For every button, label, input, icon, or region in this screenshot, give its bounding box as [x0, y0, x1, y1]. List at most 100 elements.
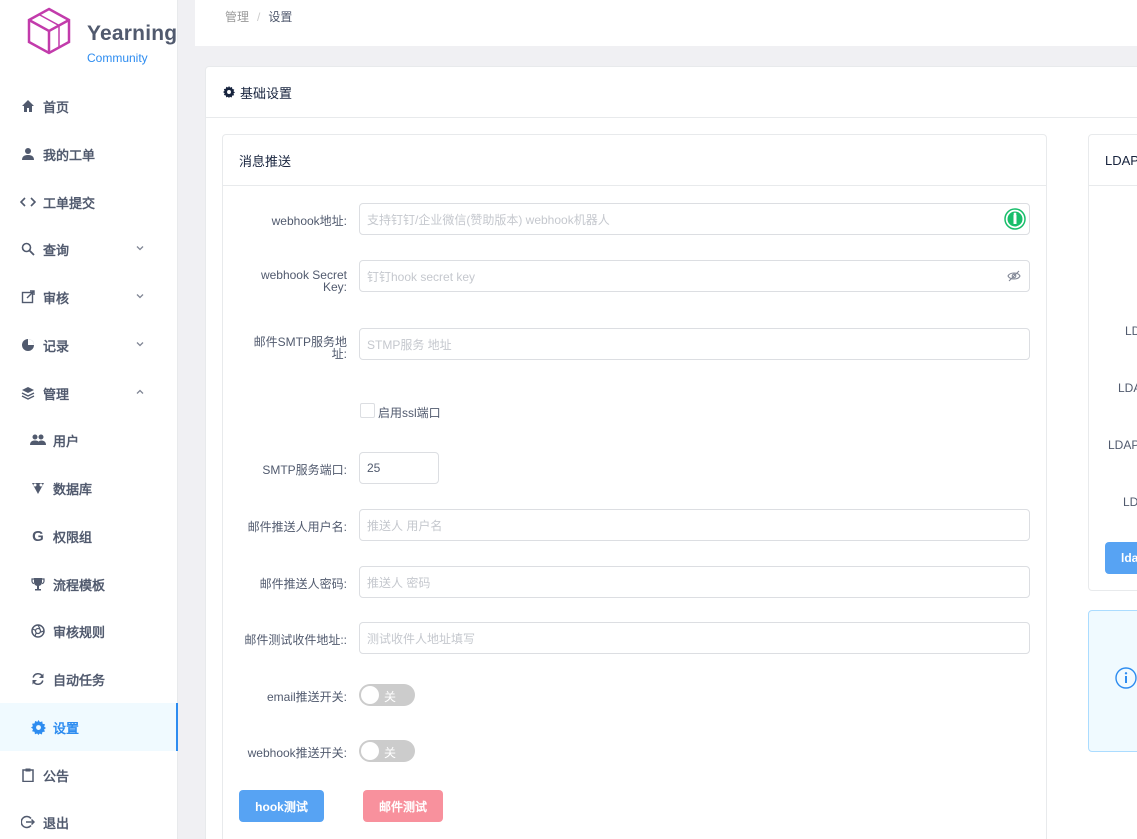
sidebar-item-permission-group[interactable]: G 权限组 [0, 512, 178, 560]
sidebar-item-audit-rules[interactable]: 审核规则 [0, 607, 178, 655]
info-alert [1088, 610, 1137, 752]
refresh-icon [30, 671, 46, 687]
switch-state: 关 [384, 690, 397, 704]
breadcrumb-current: 设置 [268, 10, 293, 24]
webhook-switch-label: webhook推送开关: [247, 746, 347, 760]
info-icon [1115, 667, 1137, 689]
sidebar-item-label: 管理 [43, 386, 70, 402]
ldap-row-label: LD [1125, 324, 1137, 338]
ldap-panel: LDAP [1088, 134, 1137, 591]
pie-chart-icon [20, 337, 36, 353]
smtp-host-label: 邮件SMTP服务地 址: [230, 336, 347, 360]
trophy-icon [30, 576, 46, 592]
sidebar-item-settings[interactable]: 设置 [0, 703, 178, 751]
ldap-row-label: LD [1123, 495, 1137, 509]
ssl-label: 启用ssl端口 [378, 406, 441, 420]
sidebar-item-users[interactable]: 用户 [0, 416, 178, 464]
webhook-push-switch[interactable]: 关 [359, 740, 415, 762]
secret-label: webhook Secret Key: [230, 269, 347, 293]
secret-label-line2: Key: [322, 280, 347, 294]
sender-user-label: 邮件推送人用户名: [247, 520, 347, 534]
sidebar-item-label: 查询 [43, 242, 70, 258]
search-icon [20, 241, 36, 257]
sidebar-item-auto-tasks[interactable]: 自动任务 [0, 655, 178, 703]
sidebar-item-label: 退出 [43, 815, 70, 831]
switch-state: 关 [384, 746, 397, 760]
chevron-down-icon [136, 342, 144, 347]
chevron-down-icon [136, 294, 144, 299]
sidebar-item-my-tickets[interactable]: 我的工单 [0, 130, 178, 178]
smtp-host-placeholder: STMP服务 地址 [367, 337, 452, 352]
sidebar-item-submit-ticket[interactable]: 工单提交 [0, 178, 178, 226]
people-icon [30, 432, 46, 448]
smtp-host-label-line1: 邮件SMTP服务地 [253, 335, 347, 349]
sidebar-item-records[interactable]: 记录 [0, 321, 178, 369]
sidebar-item-manage[interactable]: 管理 [0, 369, 178, 417]
switch-knob [361, 686, 379, 704]
person-icon [20, 146, 36, 162]
yearning-logo [27, 7, 71, 55]
card-header: 基础设置 [206, 67, 1137, 118]
code-icon [20, 194, 36, 210]
brand-edition: Community [87, 51, 148, 65]
sidebar-item-label: 用户 [53, 433, 80, 449]
panel-title: 消息推送 [223, 135, 1046, 186]
ldap-panel-title: LDAP [1089, 135, 1137, 186]
top-bar: 管理 / 设置 [195, 0, 1137, 46]
sidebar-item-label: 流程模板 [53, 577, 106, 593]
ssl-checkbox[interactable] [360, 403, 375, 418]
hook-test-button[interactable]: hook测试 [239, 790, 324, 822]
ldap-test-button[interactable]: lda [1105, 542, 1137, 574]
sidebar-item-logout[interactable]: 退出 [0, 798, 178, 839]
mail-test-button[interactable]: 邮件测试 [363, 790, 443, 822]
breadcrumb: 管理 / 设置 [225, 8, 292, 25]
sidebar-item-announcement[interactable]: 公告 [0, 751, 178, 799]
card-title: 基础设置 [240, 85, 293, 101]
sidebar-item-label: 权限组 [53, 529, 93, 545]
sidebar-item-label: 数据库 [53, 481, 93, 497]
sidebar-item-query[interactable]: 查询 [0, 225, 178, 273]
email-switch-label: email推送开关: [266, 690, 347, 704]
breadcrumb-separator: / [257, 10, 261, 24]
sender-pwd-input[interactable]: 推送人 密码 [359, 566, 1030, 598]
chevron-down-icon [136, 246, 144, 251]
webhook-label: webhook地址: [271, 214, 347, 228]
sidebar-item-flow-template[interactable]: 流程模板 [0, 560, 178, 608]
ldap-row-label: LDAP [1108, 438, 1137, 452]
smtp-host-input[interactable]: STMP服务 地址 [359, 328, 1030, 360]
webhook-input[interactable]: 支持钉钉/企业微信(赞助版本) webhook机器人 [359, 203, 1030, 235]
smtp-host-label-line2: 址: [331, 347, 347, 361]
sidebar-item-label: 公告 [43, 768, 70, 784]
layers-icon [20, 385, 36, 401]
brand-name: Yearning [87, 22, 178, 45]
gear-icon [30, 719, 46, 735]
smtp-port-value: 25 [367, 461, 381, 475]
smtp-port-label: SMTP服务端口: [262, 463, 347, 477]
email-push-switch[interactable]: 关 [359, 684, 415, 706]
test-addr-label: 邮件测试收件地址:: [244, 633, 347, 647]
secret-key-placeholder: 钉钉hook secret key [367, 269, 476, 284]
clipboard-icon [20, 767, 36, 783]
sidebar-item-database[interactable]: 数据库 [0, 464, 178, 512]
secret-key-input[interactable]: 钉钉hook secret key [359, 260, 1030, 292]
g-icon: G [32, 527, 44, 545]
sidebar-item-label: 审核规则 [53, 624, 106, 640]
sidebar-item-audit[interactable]: 审核 [0, 273, 178, 321]
eye-off-icon[interactable] [1007, 270, 1021, 282]
sidebar-item-label: 设置 [53, 720, 80, 736]
breadcrumb-parent[interactable]: 管理 [225, 10, 249, 24]
aperture-icon [30, 623, 46, 639]
sidebar-item-label: 我的工单 [43, 147, 96, 163]
sender-user-input[interactable]: 推送人 用户名 [359, 509, 1030, 541]
sidebar-item-home[interactable]: 首页 [0, 82, 178, 130]
external-link-icon [20, 289, 36, 305]
sender-pwd-placeholder: 推送人 密码 [367, 575, 431, 590]
smtp-port-input[interactable]: 25 [359, 452, 439, 484]
chevron-up-icon [136, 389, 144, 394]
sidebar-item-label: 自动任务 [53, 672, 106, 688]
test-addr-input[interactable]: 测试收件人地址填写 [359, 622, 1030, 654]
test-addr-placeholder: 测试收件人地址填写 [367, 631, 476, 646]
robot-icon [1004, 208, 1026, 230]
database-icon [30, 480, 46, 496]
sidebar: Yearning Community 首页 我的工单 工单提交 查询 审核 记录… [0, 0, 178, 839]
